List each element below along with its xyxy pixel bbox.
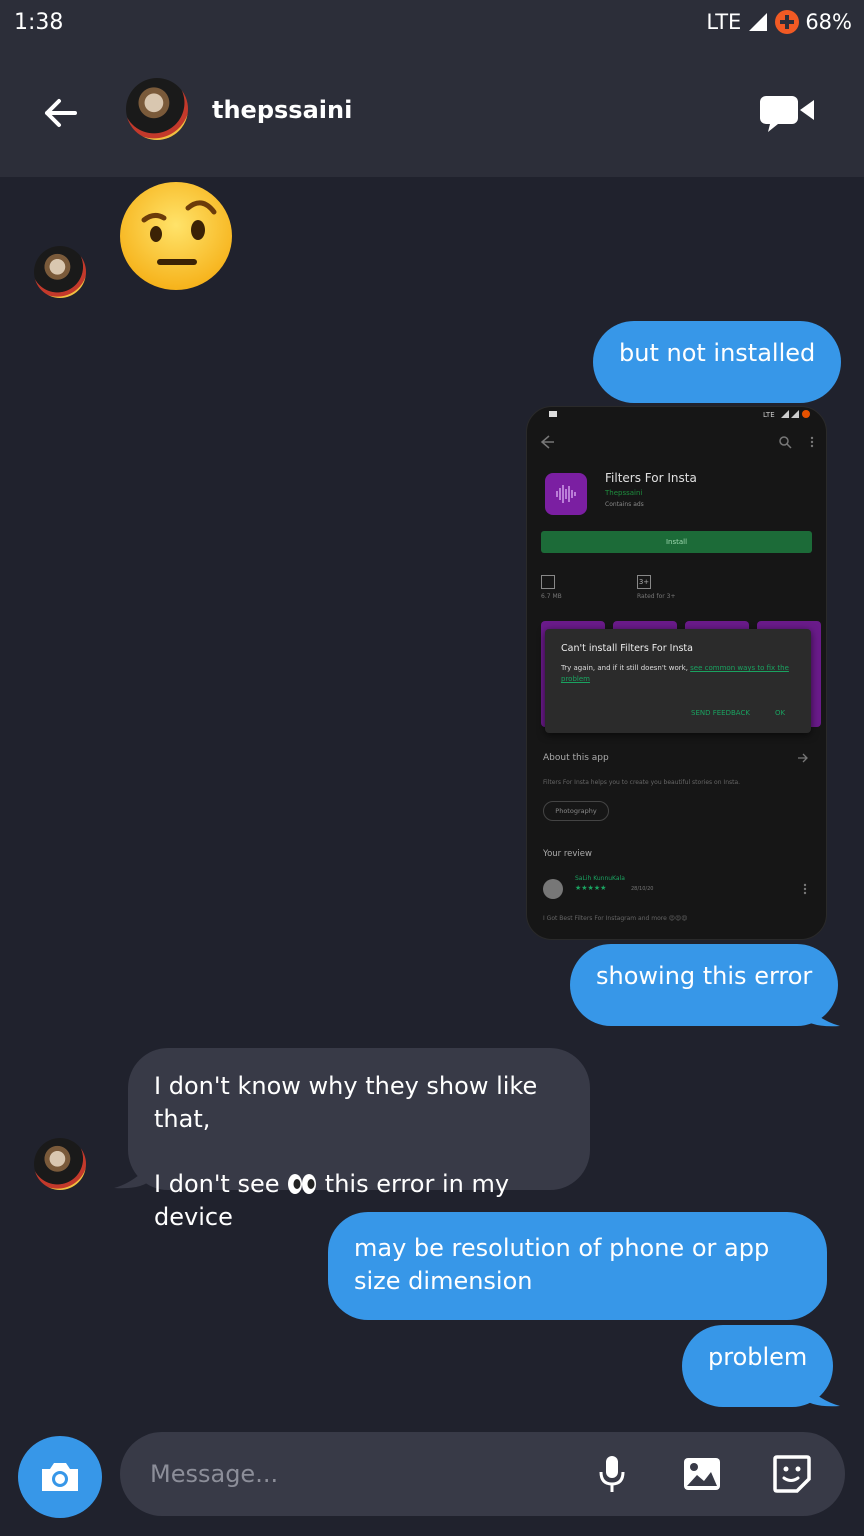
back-button[interactable]	[36, 88, 86, 138]
message-text: showing this error	[596, 962, 813, 990]
camera-icon	[42, 1463, 78, 1491]
age-rating-icon: 3+	[637, 575, 651, 589]
reviewer-name: SaLih KunnuKala	[575, 875, 625, 882]
microphone-button[interactable]	[590, 1452, 634, 1496]
chat-header: thepssaini	[0, 50, 864, 177]
svg-text:LTE: LTE	[763, 411, 775, 419]
outgoing-message[interactable]: may be resolution of phone or app size d…	[328, 1212, 827, 1320]
screenshot-status-bar: LTE	[527, 407, 826, 421]
bubble-tail	[800, 1380, 840, 1407]
network-label: LTE	[706, 10, 742, 34]
video-call-icon[interactable]	[758, 90, 818, 134]
app-developer: Thepssaini	[605, 489, 643, 497]
dialog-text: Try again, and if it still doesn't work,…	[561, 664, 789, 683]
arrow-forward-icon	[798, 753, 808, 763]
microphone-icon	[599, 1456, 625, 1492]
more-vert-icon	[803, 883, 807, 895]
status-time: 1:38	[14, 10, 64, 35]
battery-percent: 68%	[805, 10, 852, 34]
app-icon	[545, 473, 587, 515]
dialog-ok-button: OK	[775, 709, 786, 717]
status-bar: 1:38 LTE 68%	[0, 0, 864, 50]
review-stars: ★★★★★	[575, 884, 607, 892]
gallery-icon	[684, 1458, 720, 1490]
sticker-icon	[773, 1455, 811, 1493]
install-button: Install	[541, 531, 812, 553]
send-feedback-button: SEND FEEDBACK	[691, 709, 750, 717]
face-with-raised-eyebrow-icon	[120, 182, 232, 290]
image-message[interactable]: LTE Filters For Insta Thepssaini Contain…	[526, 406, 827, 940]
bubble-tail	[800, 1000, 840, 1027]
message-text: but not installed	[619, 339, 816, 367]
age-rating: Rated for 3+	[637, 593, 676, 600]
camera-button[interactable]	[18, 1436, 102, 1518]
gallery-button[interactable]	[680, 1452, 724, 1496]
sticker-button[interactable]	[770, 1452, 814, 1496]
ads-note: Contains ads	[605, 501, 644, 508]
battery-saver-icon	[775, 10, 800, 34]
install-error-dialog: Can't install Filters For Insta Try agai…	[545, 629, 811, 733]
sender-avatar[interactable]	[34, 246, 86, 298]
about-app-heading: About this app	[543, 753, 609, 763]
message-input[interactable]	[150, 1458, 550, 1490]
about-description: Filters For Insta helps you to create yo…	[543, 779, 741, 786]
outgoing-message[interactable]: but not installed	[593, 321, 842, 403]
dialog-title: Can't install Filters For Insta	[561, 643, 693, 654]
contact-avatar[interactable]	[126, 78, 188, 140]
outgoing-message[interactable]: showing this error	[570, 944, 839, 1026]
eyes-icon	[288, 1174, 317, 1194]
review-date: 28/10/20	[631, 886, 654, 892]
screenshot-toolbar	[540, 435, 814, 449]
message-text: problem	[708, 1343, 808, 1371]
incoming-message[interactable]: I don't know why they show like that, I …	[128, 1048, 590, 1231]
status-indicators: LTE 68%	[706, 10, 852, 34]
signal-icon	[749, 13, 768, 31]
sender-avatar[interactable]	[34, 1138, 86, 1190]
review-text: I Got Best Filters For Instagram and mor…	[543, 915, 688, 922]
download-size-icon	[541, 575, 555, 589]
app-title: Filters For Insta	[605, 471, 697, 485]
contact-name[interactable]: thepssaini	[212, 96, 352, 124]
message-text: may be resolution of phone or app size d…	[354, 1234, 770, 1295]
message-text: I don't know why they show like that,	[154, 1072, 538, 1133]
message-input-container	[120, 1432, 845, 1516]
message-composer	[0, 1428, 864, 1536]
reviewer-avatar	[543, 879, 563, 899]
your-review-heading: Your review	[543, 849, 592, 859]
app-size: 6.7 MB	[541, 593, 562, 600]
arrow-back-icon	[45, 99, 77, 127]
category-chip: Photography	[543, 801, 609, 821]
